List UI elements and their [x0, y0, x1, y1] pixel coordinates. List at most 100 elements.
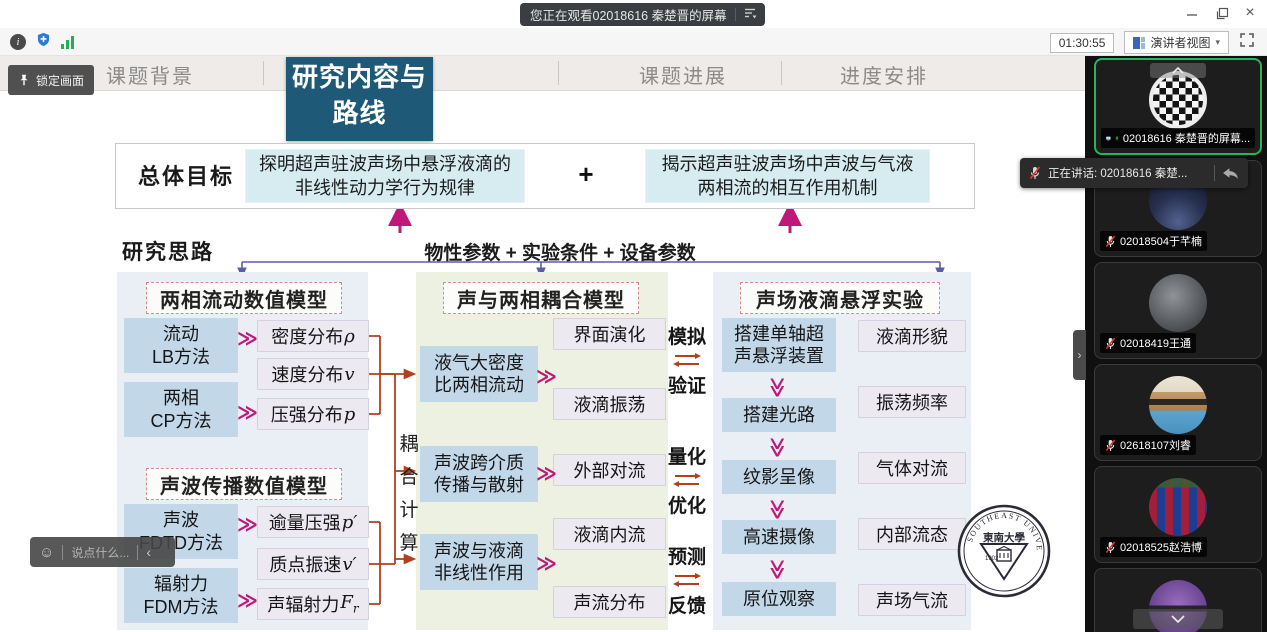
- box-droplet-oscillation: 液滴振荡: [553, 388, 666, 420]
- sidebar-collapse-tab[interactable]: ›: [1073, 330, 1086, 380]
- minimize-button[interactable]: [1177, 0, 1207, 26]
- svg-text:東南大學: 東南大學: [983, 531, 1025, 544]
- mic-muted-icon: [1105, 337, 1116, 350]
- goal-plus-sign: +: [568, 159, 604, 190]
- box-fdm-method: 辐射力FDM方法: [124, 568, 238, 623]
- banner-menu-icon[interactable]: [744, 6, 757, 24]
- chat-input-bar[interactable]: ☺ 说点什么... ‹: [30, 537, 175, 567]
- overall-goal-label: 总体目标: [138, 159, 238, 191]
- box-oscillation-frequency: 振荡频率: [858, 386, 966, 418]
- svg-text:1902: 1902: [985, 556, 999, 562]
- research-approach-label: 研究思路: [122, 236, 214, 266]
- chevron-right-icon: ≫: [536, 461, 555, 486]
- box-internal-flow-state: 内部流态: [858, 518, 966, 550]
- box-build-levitation-device: 搭建单轴超声悬浮装置: [722, 318, 836, 372]
- screen-share-icon: [1106, 133, 1111, 144]
- box-density-distribution: 密度分布ρ: [257, 320, 369, 352]
- box-gas-convection: 气体对流: [858, 452, 966, 484]
- box-acoustic-streaming: 声流分布: [553, 586, 666, 618]
- goal-right-box: 揭示超声驻波声场中声波与气液两相流的相互作用机制: [645, 149, 930, 203]
- participant-label: 02618107刘睿: [1100, 435, 1196, 455]
- chevron-down-icon: ≫: [765, 437, 790, 456]
- chevron-right-icon: ≫: [237, 326, 256, 351]
- watching-banner: 您正在观看02018616 秦楚晋的屏幕: [520, 3, 765, 26]
- mic-muted-icon: [1105, 439, 1116, 452]
- chevron-right-icon: ≫: [536, 364, 555, 389]
- chevron-right-icon: ≫: [237, 400, 256, 425]
- coupling-computation-label: 耦合计算: [397, 428, 421, 560]
- box-droplet-internal-flow: 液滴内流: [553, 518, 666, 550]
- box-lb-method: 流动LB方法: [124, 318, 238, 373]
- participant-tile-qinchujin[interactable]: 02018616 秦楚晋的屏幕...: [1094, 58, 1262, 155]
- box-velocity-distribution: 速度分布v: [257, 358, 369, 390]
- chevron-right-icon: ≫: [536, 551, 555, 576]
- box-high-density-ratio-flow: 液气大密度比两相流动: [420, 346, 538, 402]
- chevron-right-icon: ≫: [237, 512, 256, 537]
- watching-banner-text: 您正在观看02018616 秦楚晋的屏幕: [530, 5, 727, 24]
- chevron-down-icon: ≫: [765, 559, 790, 578]
- predict-feedback-exchange: 预测 反馈: [664, 542, 710, 618]
- header-two-phase-flow-model: 两相流动数值模型: [146, 282, 342, 314]
- chevron-down-icon: ≫: [765, 377, 790, 396]
- chevron-right-icon: ≫: [237, 588, 256, 613]
- box-excess-pressure: 逾量压强p′: [257, 506, 369, 538]
- mic-muted-icon: [1105, 541, 1116, 554]
- chevron-down-icon: ≫: [765, 499, 790, 518]
- participant-tile-wangtong[interactable]: 02018419王通: [1094, 262, 1262, 359]
- view-mode-button[interactable]: 演讲者视图 ▾: [1124, 31, 1229, 54]
- mic-on-icon: [1115, 132, 1119, 145]
- goal-left-box: 探明超声驻波声场中悬浮液滴的非线性动力学行为规律: [245, 149, 525, 203]
- university-seal: SOUTHEAST UNIVERSITY 東南大學 1902: [956, 503, 1052, 599]
- layout-icon: [1133, 37, 1145, 49]
- participant-tile-partial[interactable]: [1094, 568, 1262, 632]
- quantify-optimize-exchange: 量化 优化: [664, 442, 710, 518]
- simulate-verify-exchange: 模拟 验证: [664, 322, 710, 398]
- restore-button[interactable]: [1207, 0, 1237, 26]
- participant-tile-zhaohaobo[interactable]: 02018525赵浩博: [1094, 466, 1262, 563]
- avatar: [1149, 71, 1207, 129]
- avatar: [1149, 376, 1207, 434]
- parameters-text: 物性参数 + 实验条件 + 设备参数: [360, 238, 760, 265]
- box-nonlinear-interaction: 声波与液滴非线性作用: [420, 534, 538, 590]
- box-interface-evolution: 界面演化: [553, 318, 666, 350]
- header-acoustic-two-phase-coupling: 声与两相耦合模型: [443, 282, 639, 314]
- network-signal-icon[interactable]: [61, 36, 74, 49]
- reply-arrow-icon[interactable]: [1222, 167, 1239, 180]
- meeting-timer: 01:30:55: [1050, 33, 1115, 53]
- meeting-toolbar: i 01:30:55 演讲者视图 ▾: [0, 28, 1267, 56]
- box-schlieren-imaging: 纹影呈像: [722, 460, 836, 494]
- chat-placeholder[interactable]: 说点什么...: [71, 544, 129, 561]
- participant-tile-liurui[interactable]: 02618107刘睿: [1094, 364, 1262, 461]
- scroll-down-button[interactable]: [1133, 609, 1223, 629]
- box-build-optical-path: 搭建光路: [722, 398, 836, 432]
- participant-label: 02018419王通: [1100, 333, 1196, 353]
- box-droplet-morphology: 液滴形貌: [858, 320, 966, 352]
- fullscreen-button[interactable]: [1239, 32, 1255, 53]
- participants-sidebar: 02018616 秦楚晋的屏幕... 02018504于芊楠 02018419王…: [1085, 56, 1267, 632]
- mic-muted-icon: [1105, 235, 1116, 248]
- box-particle-velocity: 质点振速v′: [257, 548, 369, 580]
- box-in-situ-observation: 原位观察: [722, 582, 836, 616]
- emoji-icon[interactable]: ☺: [39, 544, 54, 561]
- header-levitation-experiment: 声场液滴悬浮实验: [740, 282, 940, 314]
- participant-label: 02018504于芊楠: [1100, 231, 1207, 251]
- chat-collapse-icon[interactable]: ‹: [146, 544, 151, 560]
- speaking-banner: 正在讲话: 02018616 秦楚...: [1020, 158, 1248, 188]
- box-cp-method: 两相CP方法: [124, 382, 238, 437]
- scroll-up-button[interactable]: [1150, 63, 1206, 78]
- avatar: [1149, 478, 1207, 536]
- chevron-down-icon: ▾: [1215, 37, 1220, 48]
- box-external-convection: 外部对流: [553, 454, 666, 486]
- box-acoustic-radiation-force: 声辐射力Fr: [257, 588, 369, 620]
- avatar: [1149, 274, 1207, 332]
- box-pressure-distribution: 压强分布p: [257, 398, 369, 430]
- double-arrow-icon: [672, 352, 702, 368]
- close-button[interactable]: ×: [1235, 0, 1265, 26]
- info-icon[interactable]: i: [10, 34, 26, 50]
- mic-muted-icon: [1029, 166, 1041, 180]
- box-acoustic-airflow: 声场气流: [858, 584, 966, 616]
- speaking-banner-text: 正在讲话: 02018616 秦楚...: [1048, 165, 1207, 181]
- security-shield-icon[interactable]: [36, 32, 51, 52]
- box-high-speed-camera: 高速摄像: [722, 520, 836, 554]
- participant-label: 02018616 秦楚晋的屏幕...: [1101, 128, 1255, 148]
